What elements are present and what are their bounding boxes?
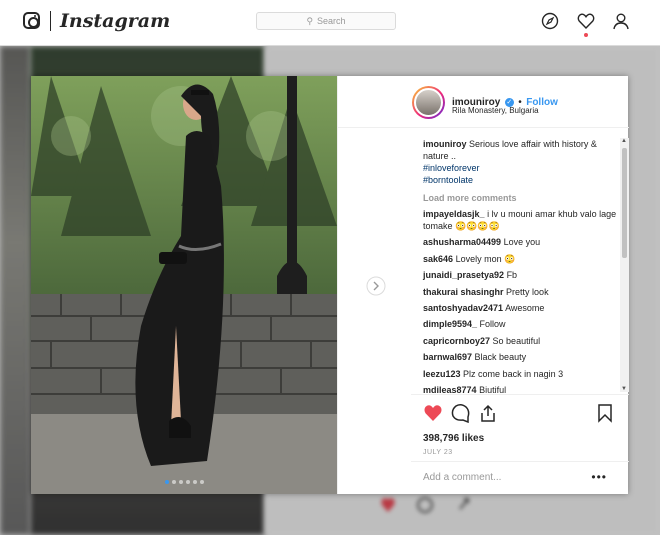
carousel-dot[interactable]: [186, 480, 190, 484]
comment-text: Black beauty: [474, 352, 527, 363]
search-icon: ⚲: [306, 15, 314, 26]
action-icons-row: [423, 403, 617, 427]
scrollbar-thumb[interactable]: [622, 148, 627, 258]
post-actions: 398,796 likes JULY 23: [411, 394, 629, 456]
more-options-icon[interactable]: •••: [591, 470, 607, 484]
comment-item: junaidi_prasetya92 Fb: [423, 269, 629, 281]
comment-username[interactable]: impayeldasjk_: [423, 209, 485, 219]
instagram-wordmark[interactable]: Instagram: [60, 10, 170, 32]
comments-list[interactable]: imouniroy Serious love affair with histo…: [411, 128, 629, 393]
heart-icon[interactable]: [577, 12, 595, 30]
post-photo[interactable]: [31, 76, 337, 494]
carousel-dot[interactable]: [193, 480, 197, 484]
comment-text: Fb: [506, 270, 518, 281]
comment-text: Biutiful: [479, 384, 507, 393]
add-comment-placeholder: Add a comment...: [423, 472, 502, 483]
next-photo-button[interactable]: [366, 276, 386, 296]
comment-text: So beautiful: [492, 335, 541, 346]
hashtag-link[interactable]: #borntoolate: [423, 174, 613, 186]
comments-scrollbar[interactable]: ▲ ▼: [620, 138, 629, 392]
hashtag-link[interactable]: #inloveforever: [423, 162, 613, 174]
comment-text: Pretty look: [506, 286, 549, 297]
carousel-dot[interactable]: [165, 480, 169, 484]
likes-count[interactable]: 398,796 likes: [423, 433, 617, 444]
comment-username[interactable]: capricornboy27: [423, 336, 490, 346]
avatar[interactable]: [412, 86, 445, 119]
comment-text: Follow: [479, 319, 506, 330]
comment-item: ashusharma04499 Love you: [423, 236, 629, 248]
comment-item: leezu123 Plz come back in nagin 3: [423, 368, 629, 380]
comment-username[interactable]: mdileas8774: [423, 385, 477, 393]
share-icon[interactable]: [478, 403, 498, 423]
scroll-up-arrow-icon[interactable]: ▲: [621, 138, 627, 144]
comment-item: mdileas8774 Biutiful: [423, 384, 629, 393]
search-input[interactable]: ⚲ Search: [256, 12, 396, 30]
comment-text: Lovely mon 😳: [455, 253, 516, 264]
comment-item: dimple9594_ Follow: [423, 318, 629, 330]
comment-username[interactable]: leezu123: [423, 369, 461, 379]
load-more-comments[interactable]: Load more comments: [423, 192, 629, 204]
instagram-camera-icon[interactable]: [23, 12, 40, 29]
comment-item: santoshyadav2471 Awesome: [423, 302, 629, 314]
comment-item: barnwal697 Black beauty: [423, 351, 629, 363]
add-comment-field[interactable]: Add a comment... •••: [411, 461, 629, 494]
carousel-dot[interactable]: [179, 480, 183, 484]
search-placeholder: Search: [317, 16, 346, 26]
comment-icon[interactable]: [451, 403, 471, 423]
comment-item: sak646 Lovely mon 😳: [423, 253, 629, 265]
comment-text: Awesome: [505, 302, 545, 313]
post-header: imouniroy ✓ • Follow Rila Monastery, Bul…: [338, 76, 629, 128]
comment-username[interactable]: barnwal697: [423, 352, 472, 362]
carousel-indicator: [165, 480, 204, 484]
comment-username[interactable]: dimple9594_: [423, 319, 477, 329]
scroll-down-arrow-icon[interactable]: ▼: [621, 386, 627, 392]
top-navigation: Instagram ⚲ Search: [0, 0, 660, 46]
logo-divider: [50, 11, 51, 31]
comment-username[interactable]: sak646: [423, 254, 453, 264]
post-sidebar: imouniroy ✓ • Follow Rila Monastery, Bul…: [337, 76, 629, 494]
comment-username[interactable]: santoshyadav2471: [423, 303, 503, 313]
like-heart-icon[interactable]: [423, 403, 443, 423]
comment-text: Love you: [503, 237, 541, 248]
comment-username[interactable]: junaidi_prasetya92: [423, 270, 504, 280]
post-modal: imouniroy ✓ • Follow Rila Monastery, Bul…: [31, 76, 629, 494]
caption-username[interactable]: imouniroy: [423, 139, 467, 149]
notification-dot: [584, 33, 588, 37]
comment-item: impayeldasjk_ i lv u mouni amar khub val…: [423, 208, 629, 232]
profile-icon[interactable]: [612, 12, 630, 30]
carousel-dot[interactable]: [200, 480, 204, 484]
comment-username[interactable]: ashusharma04499: [423, 237, 501, 247]
comment-username[interactable]: thakurai shasinghr: [423, 287, 504, 297]
comment-item: capricornboy27 So beautiful: [423, 335, 629, 347]
post-caption: imouniroy Serious love affair with histo…: [423, 138, 613, 186]
carousel-dot[interactable]: [172, 480, 176, 484]
bookmark-icon[interactable]: [597, 403, 613, 423]
post-location[interactable]: Rila Monastery, Bulgaria: [452, 106, 539, 115]
post-date: JULY 23: [423, 449, 453, 456]
comment-text: Plz come back in nagin 3: [463, 368, 564, 379]
compass-icon[interactable]: [541, 12, 559, 30]
comment-item: thakurai shasinghr Pretty look: [423, 286, 629, 298]
post-photo-image: [31, 76, 337, 494]
